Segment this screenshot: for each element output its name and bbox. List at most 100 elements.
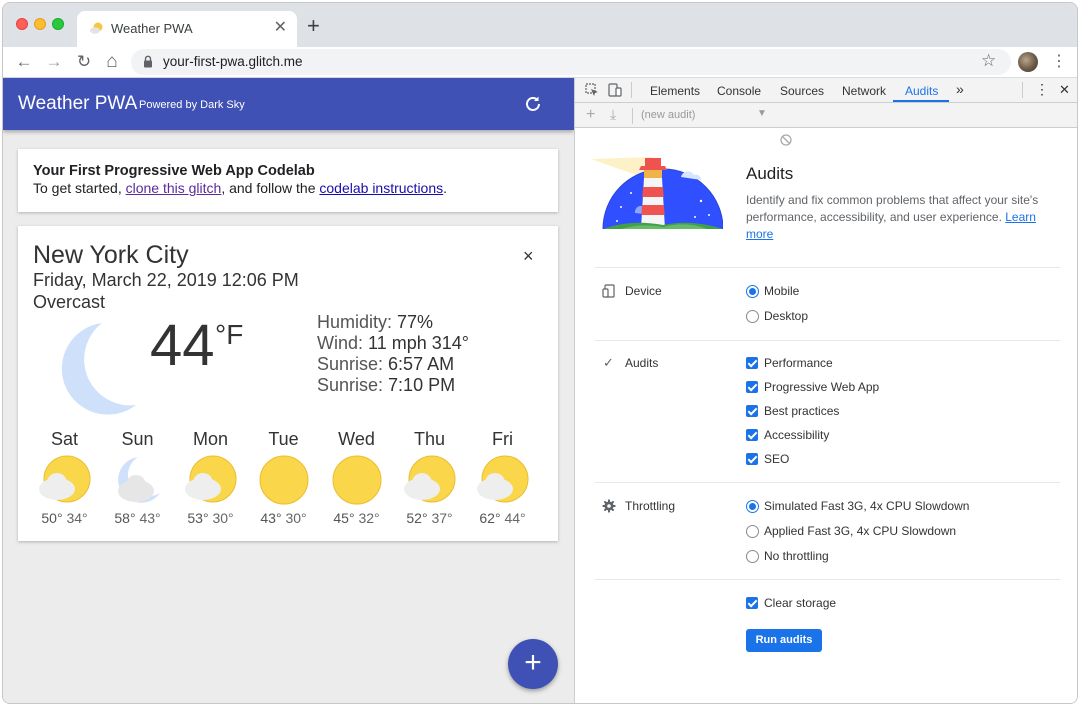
profile-avatar[interactable] xyxy=(1018,52,1038,72)
forecast-day-name: Fri xyxy=(492,429,513,449)
throttling-section-label: Throttling xyxy=(625,499,676,513)
intro-text-part: . xyxy=(443,180,448,196)
add-city-button[interactable]: + xyxy=(508,639,558,689)
minimize-window-button[interactable] xyxy=(34,18,46,30)
intro-title: Your First Progressive Web App Codelab xyxy=(33,163,315,179)
bookmark-star-icon[interactable]: ☆ xyxy=(981,51,996,71)
performance-checkbox[interactable] xyxy=(746,357,758,369)
forward-icon[interactable]: → xyxy=(43,51,65,73)
forecast-low: 30° xyxy=(212,510,234,526)
forecast-day: Sun 58° 43° xyxy=(101,429,174,526)
option-label: Applied Fast 3G, 4x CPU Slowdown xyxy=(764,524,957,538)
partly-cloudy-day-icon xyxy=(476,455,528,503)
tab-title: Weather PWA xyxy=(111,21,193,36)
wind-row: Wind: 11 mph 314° xyxy=(317,333,469,354)
forecast-temps: 50° 34° xyxy=(28,510,101,526)
back-icon[interactable]: ← xyxy=(13,51,35,73)
forecast-high: 52° xyxy=(406,510,428,526)
desktop-radio[interactable] xyxy=(746,310,759,323)
device-toolbar-icon[interactable] xyxy=(608,83,622,97)
option-label: Simulated Fast 3G, 4x CPU Slowdown xyxy=(764,499,970,513)
simulated-throttling-radio[interactable] xyxy=(746,500,759,513)
audit-option-pwa[interactable]: Progressive Web App xyxy=(746,380,906,396)
mobile-radio[interactable] xyxy=(746,285,759,298)
audits-description-text: Identify and fix common problems that af… xyxy=(746,193,1039,224)
best-practices-checkbox[interactable] xyxy=(746,405,758,417)
browser-window: Weather PWA ✕ + ← → ↻ ⌂ your-first-pwa.g… xyxy=(2,2,1078,704)
maximize-window-button[interactable] xyxy=(52,18,64,30)
accessibility-checkbox[interactable] xyxy=(746,429,758,441)
tab-sources[interactable]: Sources xyxy=(780,84,824,98)
no-throttling-radio[interactable] xyxy=(746,550,759,563)
audit-report-select[interactable]: (new audit) xyxy=(641,109,695,121)
reload-icon[interactable]: ↻ xyxy=(73,51,95,73)
devtools-menu-icon[interactable]: ⋮ xyxy=(1035,81,1049,98)
temperature-unit: °F xyxy=(215,319,244,350)
partly-cloudy-night-icon xyxy=(117,457,160,503)
humidity-value: 77% xyxy=(397,312,434,332)
tab-network[interactable]: Network xyxy=(842,84,886,98)
forecast-day: Tue 43° 30° xyxy=(247,429,320,526)
chevron-down-icon[interactable]: ▼ xyxy=(757,108,767,119)
applied-throttling-radio[interactable] xyxy=(746,525,759,538)
lock-icon xyxy=(144,55,152,68)
sunrise-row: Sunrise: 6:57 AM xyxy=(317,354,469,375)
device-option-mobile[interactable]: Mobile xyxy=(746,284,866,300)
sunrise-label: Sunrise: xyxy=(317,354,389,374)
devtools-close-icon[interactable]: ✕ xyxy=(1059,82,1070,98)
remove-city-close-icon[interactable]: × xyxy=(523,246,534,267)
section-divider xyxy=(595,267,1060,268)
address-bar[interactable]: your-first-pwa.glitch.me xyxy=(131,49,1011,75)
forecast-high: 58° xyxy=(114,510,136,526)
forecast-day: Fri 62° 44° xyxy=(466,429,539,526)
tab-close-icon[interactable]: ✕ xyxy=(274,19,287,37)
sunrise-value: 6:57 AM xyxy=(388,354,455,374)
throttling-option-simulated[interactable]: Simulated Fast 3G, 4x CPU Slowdown xyxy=(746,499,976,515)
device-option-desktop[interactable]: Desktop xyxy=(746,309,866,325)
codelab-instructions-link[interactable]: codelab instructions xyxy=(319,180,443,196)
run-audits-button[interactable]: Run audits xyxy=(746,629,822,652)
new-tab-button[interactable]: + xyxy=(307,15,320,37)
clear-storage-option[interactable]: Clear storage xyxy=(746,596,866,612)
refresh-icon[interactable] xyxy=(523,94,543,114)
city-name: New York City xyxy=(33,241,189,269)
weather-date: Friday, March 22, 2019 12:06 PM xyxy=(33,270,299,290)
tab-audits[interactable]: Audits xyxy=(905,84,938,98)
partly-cloudy-day-icon xyxy=(184,455,236,503)
humidity-row: Humidity: 77% xyxy=(317,312,469,333)
moon-icon xyxy=(61,323,136,415)
tab-weather-pwa[interactable]: Weather PWA ✕ xyxy=(77,11,297,47)
tab-elements[interactable]: Elements xyxy=(650,84,700,98)
forecast-day: Wed 45° 32° xyxy=(320,429,393,526)
more-tabs-icon[interactable]: » xyxy=(956,81,964,97)
home-icon[interactable]: ⌂ xyxy=(101,51,123,73)
option-label: SEO xyxy=(764,452,790,466)
devtools-panel: Elements Console Sources Network Audits … xyxy=(574,78,1077,703)
throttling-option-none[interactable]: No throttling xyxy=(746,549,976,565)
clear-audits-icon[interactable] xyxy=(779,133,793,147)
devtools-tab-bar: Elements Console Sources Network Audits … xyxy=(575,78,1077,103)
forecast-row: Sat 50° 34° Sun 58° 43° Mon 53° 30° Tue xyxy=(28,429,548,539)
forecast-day-name: Mon xyxy=(192,429,228,449)
seo-checkbox[interactable] xyxy=(746,453,758,465)
browser-menu-icon[interactable]: ⋮ xyxy=(1051,51,1067,71)
device-icon xyxy=(602,284,615,298)
throttling-option-applied[interactable]: Applied Fast 3G, 4x CPU Slowdown xyxy=(746,524,976,540)
clear-storage-checkbox[interactable] xyxy=(746,597,758,609)
clone-glitch-link[interactable]: clone this glitch xyxy=(126,180,222,196)
inspect-element-icon[interactable] xyxy=(585,83,599,97)
download-report-icon[interactable]: ⤓ xyxy=(610,106,616,123)
audit-option-performance[interactable]: Performance xyxy=(746,356,906,372)
intro-text-part: , and follow the xyxy=(221,180,320,196)
forecast-high: 43° xyxy=(260,510,282,526)
audit-option-accessibility[interactable]: Accessibility xyxy=(746,428,906,444)
new-audit-icon[interactable]: + xyxy=(586,106,595,124)
pwa-checkbox[interactable] xyxy=(746,381,758,393)
close-window-button[interactable] xyxy=(16,18,28,30)
audit-option-seo[interactable]: SEO xyxy=(746,452,906,468)
tab-console[interactable]: Console xyxy=(717,84,761,98)
forecast-temps: 62° 44° xyxy=(466,510,539,526)
forecast-day: Sat 50° 34° xyxy=(28,429,101,526)
audit-option-best-practices[interactable]: Best practices xyxy=(746,404,906,420)
audits-description: Identify and fix common problems that af… xyxy=(746,192,1066,243)
